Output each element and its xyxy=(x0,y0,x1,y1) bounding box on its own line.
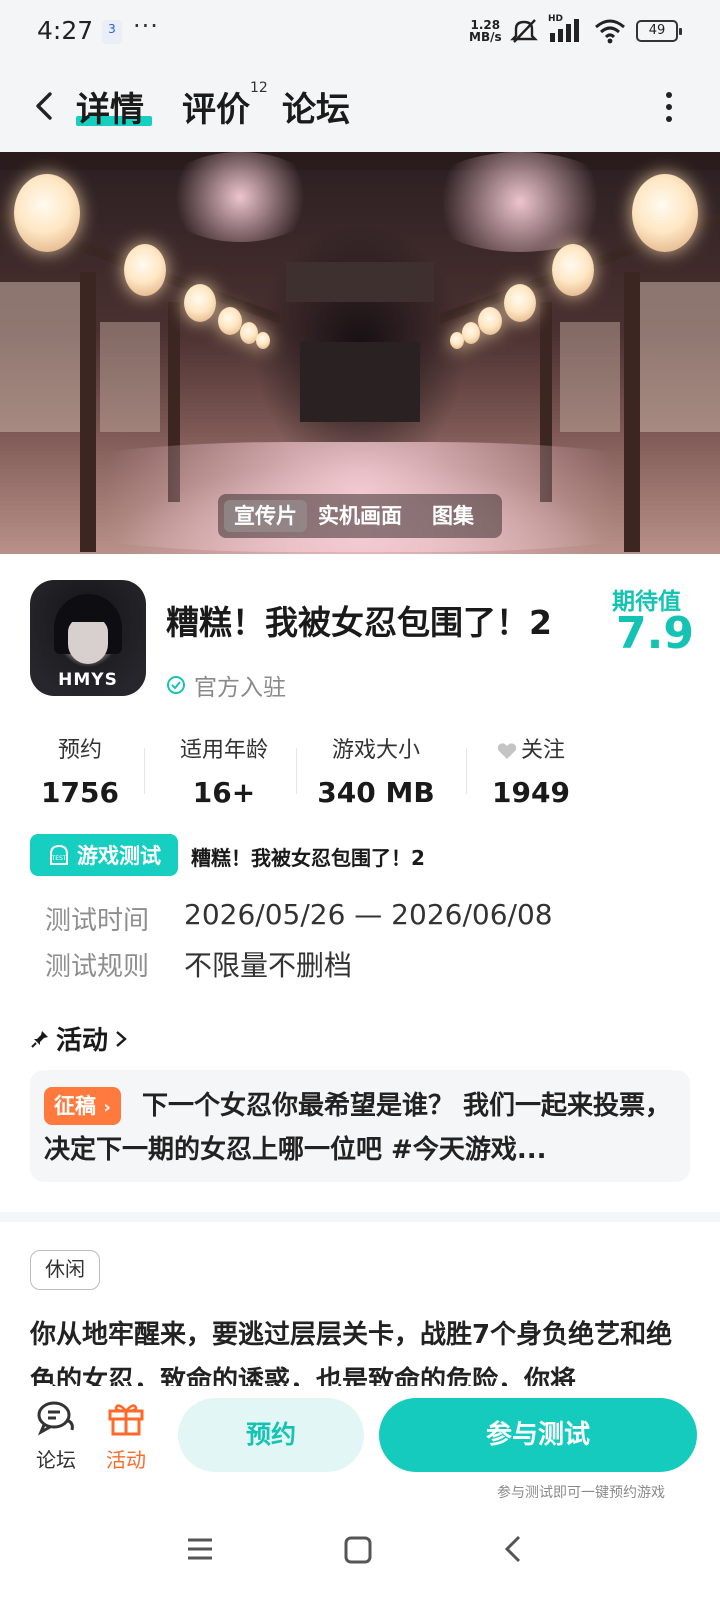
divider xyxy=(296,748,297,794)
pin-icon xyxy=(31,1030,48,1048)
status-time: 4:27 xyxy=(37,16,94,45)
join-test-hint: 参与测试即可一键预约游戏 xyxy=(497,1485,665,1501)
wifi-icon xyxy=(595,19,625,44)
official-badge: 官方入驻 xyxy=(166,668,286,702)
test-rule-value: 不限量不删档 xyxy=(184,949,353,982)
media-tabs: 宣传片 实机画面 图集 xyxy=(218,494,502,538)
stat-label-row: 关注 xyxy=(476,736,586,766)
reserve-button[interactable]: 预约 xyxy=(178,1398,364,1472)
forum-label: 论坛 xyxy=(36,1448,76,1472)
activity-tag-label: 征稿 xyxy=(54,1094,96,1118)
media-tab-gallery[interactable]: 图集 xyxy=(432,500,474,532)
signal-icon: HD xyxy=(548,14,584,44)
game-description: 你从地牢醒来，要逃过层层关卡，战胜7个身负绝艺和绝色的女忍，致命的诱惑，也是致命… xyxy=(30,1320,673,1386)
network-speed-unit: MB/s xyxy=(469,30,502,44)
chevron-right-icon: › xyxy=(103,1097,111,1118)
notification-app-icon: 3 xyxy=(102,20,122,44)
activity-card[interactable]: 下一个女忍你最希望是谁？ 我们一起来投票，决定下一期的女忍上哪一位吧 #今天游戏… xyxy=(30,1070,690,1182)
activity-button[interactable]: 活动 xyxy=(96,1400,156,1473)
promo-banner[interactable]: 宣传片 实机画面 图集 xyxy=(0,152,720,554)
back-nav-icon[interactable] xyxy=(502,1534,524,1564)
network-speed: 1.28 MB/s xyxy=(469,19,502,43)
gift-icon xyxy=(108,1404,144,1436)
battery-indicator: 49 xyxy=(636,20,682,42)
stat-label: 游戏大小 xyxy=(331,738,420,763)
game-title: 糟糕！我被女忍包围了！2 xyxy=(166,603,552,642)
activity-text: 下一个女忍你最希望是谁？ 我们一起来投票，决定下一期的女忍上哪一位吧 #今天游戏… xyxy=(44,1091,672,1165)
test-icon: TEST xyxy=(50,844,68,865)
divider xyxy=(144,748,145,794)
divider xyxy=(466,748,467,794)
tab-reviews[interactable]: 评价 xyxy=(182,82,250,131)
test-badge-label: 游戏测试 xyxy=(77,844,161,868)
stat-label: 关注 xyxy=(520,738,565,763)
join-test-button[interactable]: 参与测试 xyxy=(379,1398,697,1472)
test-icon-text: TEST xyxy=(51,855,67,862)
mute-icon xyxy=(510,19,538,43)
tab-details[interactable]: 详情 xyxy=(76,82,144,131)
stat-value: 16+ xyxy=(192,776,256,804)
stat-value: 1756 xyxy=(41,776,119,804)
activity-header[interactable]: 活动 xyxy=(30,1020,128,1057)
official-label: 官方入驻 xyxy=(194,675,286,701)
top-navigation: 详情 评价 12 论坛 xyxy=(0,66,720,152)
menu-icon[interactable] xyxy=(186,1536,214,1562)
activity-tag: 征稿 › xyxy=(44,1087,121,1125)
section-divider xyxy=(0,1212,720,1222)
more-vertical-icon[interactable] xyxy=(664,92,674,126)
status-icons: HD 49 xyxy=(510,14,682,44)
test-game-name: 糟糕！我被女忍包围了！2 xyxy=(191,846,425,870)
stat-reservations: 预约 1756 xyxy=(20,736,140,804)
home-icon[interactable] xyxy=(344,1536,372,1564)
test-time-label: 测试时间 xyxy=(45,906,150,936)
stat-value: 340 MB xyxy=(317,776,435,804)
back-arrow-icon[interactable] xyxy=(28,86,64,126)
stat-age-rating: 适用年龄 16+ xyxy=(156,736,292,804)
reviews-count-badge: 12 xyxy=(250,80,268,96)
heart-icon xyxy=(497,743,517,759)
genre-tag[interactable]: 休闲 xyxy=(30,1250,100,1290)
forum-button[interactable]: 论坛 xyxy=(26,1400,86,1473)
stat-value: 1949 xyxy=(492,776,570,804)
expectation-score: 7.9 xyxy=(616,608,694,659)
stat-label: 预约 xyxy=(57,738,102,763)
system-navigation-bar xyxy=(0,1500,720,1600)
media-tab-gameplay[interactable]: 实机画面 xyxy=(318,500,402,532)
stat-game-size: 游戏大小 340 MB xyxy=(310,736,442,804)
more-notifications-icon: ··· xyxy=(133,12,159,40)
bottom-action-bar: 论坛 活动 预约 参与测试 参与测试即可一键预约游戏 xyxy=(0,1386,720,1501)
forum-chat-icon xyxy=(37,1401,74,1436)
stat-label: 适用年龄 xyxy=(179,738,268,763)
game-icon-label: HMYS xyxy=(58,670,118,690)
test-time-value: 2026/05/26 — 2026/06/08 xyxy=(184,898,553,931)
stat-followers[interactable]: 关注 1949 xyxy=(476,736,586,804)
tab-forum[interactable]: 论坛 xyxy=(282,82,350,131)
chevron-right-icon xyxy=(116,1030,127,1047)
activity-title: 活动 xyxy=(56,1026,109,1056)
media-tab-trailer[interactable]: 宣传片 xyxy=(224,500,307,532)
test-rule-label: 测试规则 xyxy=(45,952,150,982)
game-test-badge: TEST 游戏测试 xyxy=(30,834,178,876)
activity-label: 活动 xyxy=(106,1448,146,1472)
stats-row: 预约 1756 适用年龄 16+ 游戏大小 340 MB 关注 1949 xyxy=(20,736,620,804)
verified-check-icon xyxy=(167,676,185,694)
game-icon: HMYS xyxy=(30,580,146,696)
status-bar: 4:27 3 ··· 1.28 MB/s HD 49 xyxy=(0,0,720,66)
